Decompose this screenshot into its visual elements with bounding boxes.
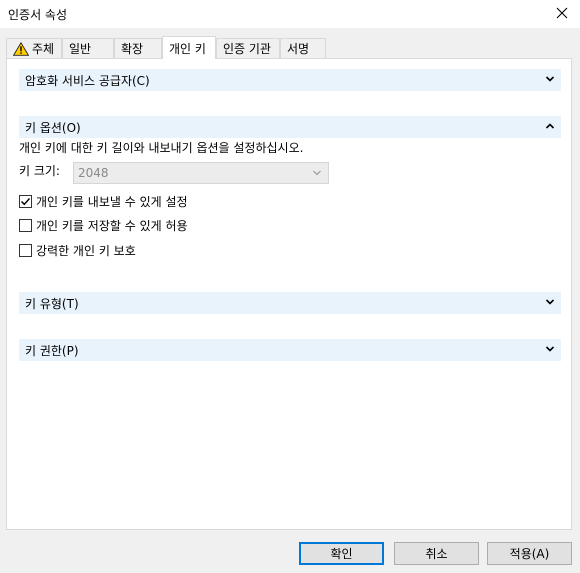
tab-subject[interactable]: 주체 [6,38,62,58]
cancel-button[interactable]: 취소 [394,542,479,565]
checkbox-strong-protection[interactable] [19,244,32,257]
tab-signature-label: 서명 [287,42,310,56]
checkbox-archive[interactable] [19,219,32,232]
key-size-label: 키 크기: [19,164,60,178]
check-archive[interactable]: 개인 키를 저장할 수 있게 허용 [19,217,188,234]
chevron-down-icon [545,346,555,352]
tab-subject-label: 주체 [32,42,55,56]
tab-certification-authority-label: 인증 기관 [223,42,271,56]
section-key-options[interactable]: 키 옵션(O) [19,116,561,138]
tab-extensions-label: 확장 [121,42,144,56]
close-icon [556,7,568,19]
tab-private-key-label: 개인 키 [169,41,206,56]
tab-certification-authority[interactable]: 인증 기관 [216,38,280,58]
check-exportable-label: 개인 키를 내보낼 수 있게 설정 [36,195,188,209]
key-options-description: 개인 키에 대한 키 길이와 내보내기 옵션을 설정하십시오. [19,141,304,155]
section-key-type[interactable]: 키 유형(T) [19,292,561,314]
chevron-down-icon [545,299,555,305]
section-key-permissions[interactable]: 키 권한(P) [19,339,561,361]
section-key-options-label: 키 옵션(O) [25,120,81,135]
check-exportable[interactable]: 개인 키를 내보낼 수 있게 설정 [19,193,188,210]
apply-button[interactable]: 적용(A) [487,542,572,565]
tab-extensions[interactable]: 확장 [114,38,162,58]
key-size-value: 2048 [78,166,109,180]
tab-private-key[interactable]: 개인 키 [162,36,216,59]
chevron-down-icon [545,76,555,82]
section-key-permissions-label: 키 권한(P) [25,343,79,358]
tab-general-label: 일반 [69,42,92,56]
chevron-up-icon [545,123,555,129]
check-archive-label: 개인 키를 저장할 수 있게 허용 [36,219,188,233]
section-crypto-provider[interactable]: 암호화 서비스 공급자(C) [19,69,561,91]
key-size-select[interactable]: 2048 [73,162,329,184]
checkmark-icon [21,198,31,206]
close-button[interactable] [550,2,574,24]
section-key-type-label: 키 유형(T) [25,296,79,311]
title-bar: 인증서 속성 [0,0,580,28]
tab-strip: 주체 일반 확장 개인 키 인증 기관 서명 [6,36,574,59]
tab-signature[interactable]: 서명 [280,38,326,58]
check-strong-protection-label: 강력한 개인 키 보호 [36,244,136,258]
check-strong-protection[interactable]: 강력한 개인 키 보호 [19,242,136,259]
section-crypto-provider-label: 암호화 서비스 공급자(C) [25,73,150,88]
warning-icon [13,41,29,56]
checkbox-exportable[interactable] [19,195,32,208]
tab-panel: 암호화 서비스 공급자(C) 키 옵션(O) 개인 키에 대한 키 길이와 내보… [6,58,572,530]
ok-button[interactable]: 확인 [299,542,384,565]
chevron-down-icon [313,170,321,176]
window-title: 인증서 속성 [8,8,68,22]
tab-general[interactable]: 일반 [62,38,114,58]
